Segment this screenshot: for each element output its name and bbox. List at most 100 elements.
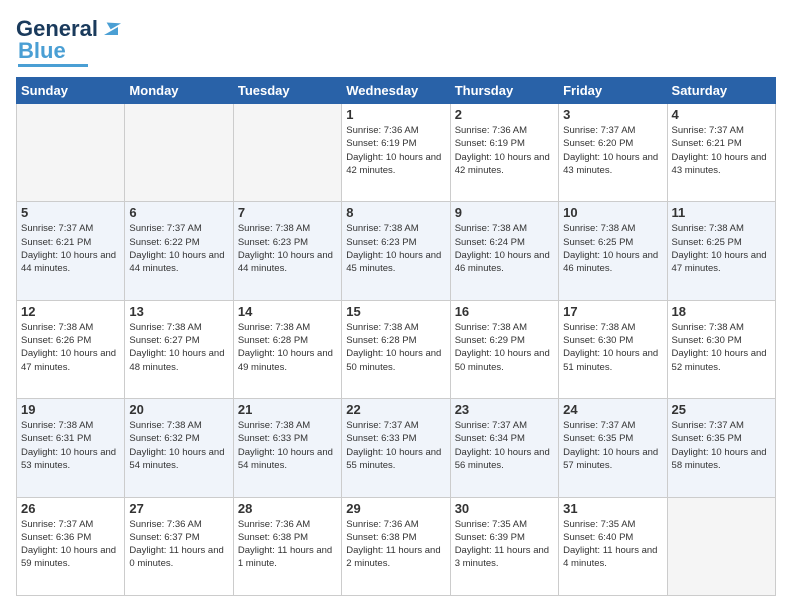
day-number: 7	[238, 205, 337, 220]
calendar-day-cell: 31 Sunrise: 7:35 AMSunset: 6:40 PMDayligh…	[559, 497, 667, 595]
day-info: Sunrise: 7:37 AMSunset: 6:33 PMDaylight:…	[346, 419, 445, 472]
calendar-table: SundayMondayTuesdayWednesdayThursdayFrid…	[16, 77, 776, 596]
day-info: Sunrise: 7:38 AMSunset: 6:30 PMDaylight:…	[563, 321, 662, 374]
day-info: Sunrise: 7:37 AMSunset: 6:22 PMDaylight:…	[129, 222, 228, 275]
calendar-day-cell: 26Sunrise: 7:37 AMSunset: 6:36 PMDayligh…	[17, 497, 125, 595]
header: General Blue	[16, 16, 776, 67]
day-number: 15	[346, 304, 445, 319]
calendar-header-wednesday: Wednesday	[342, 78, 450, 104]
day-info: Sunrise: 7:36 AMSunset: 6:19 PMDaylight:…	[455, 124, 554, 177]
day-info: Sunrise: 7:37 AMSunset: 6:21 PMDaylight:…	[672, 124, 771, 177]
calendar-week-row: 1 Sunrise: 7:36 AMSunset: 6:19 PMDaylight…	[17, 104, 776, 202]
calendar-day-cell: 25Sunrise: 7:37 AMSunset: 6:35 PMDayligh…	[667, 399, 775, 497]
day-number: 20	[129, 402, 228, 417]
calendar-header-sunday: Sunday	[17, 78, 125, 104]
day-number: 25	[672, 402, 771, 417]
calendar-day-cell	[233, 104, 341, 202]
day-number: 29	[346, 501, 445, 516]
day-info: Sunrise: 7:36 AMSunset: 6:19 PMDaylight:…	[346, 124, 445, 177]
day-number: 19	[21, 402, 120, 417]
day-info: Sunrise: 7:36 AMSunset: 6:38 PMDaylight:…	[346, 518, 445, 571]
calendar-day-cell: 30 Sunrise: 7:35 AMSunset: 6:39 PMDayligh…	[450, 497, 558, 595]
day-info: Sunrise: 7:38 AMSunset: 6:28 PMDaylight:…	[346, 321, 445, 374]
calendar-day-cell: 19 Sunrise: 7:38 AMSunset: 6:31 PMDayligh…	[17, 399, 125, 497]
day-number: 9	[455, 205, 554, 220]
calendar-header-monday: Monday	[125, 78, 233, 104]
day-info: Sunrise: 7:36 AMSunset: 6:38 PMDaylight:…	[238, 518, 337, 571]
day-info: Sunrise: 7:38 AMSunset: 6:31 PMDaylight:…	[21, 419, 120, 472]
day-info: Sunrise: 7:38 AMSunset: 6:29 PMDaylight:…	[455, 321, 554, 374]
day-number: 6	[129, 205, 228, 220]
day-info: Sunrise: 7:37 AMSunset: 6:34 PMDaylight:…	[455, 419, 554, 472]
calendar-day-cell: 5 Sunrise: 7:37 AMSunset: 6:21 PMDaylight…	[17, 202, 125, 300]
day-info: Sunrise: 7:37 AMSunset: 6:20 PMDaylight:…	[563, 124, 662, 177]
calendar-day-cell: 14Sunrise: 7:38 AMSunset: 6:28 PMDayligh…	[233, 300, 341, 398]
day-info: Sunrise: 7:37 AMSunset: 6:36 PMDaylight:…	[21, 518, 120, 571]
day-info: Sunrise: 7:38 AMSunset: 6:26 PMDaylight:…	[21, 321, 120, 374]
day-number: 27	[129, 501, 228, 516]
calendar-day-cell: 11Sunrise: 7:38 AMSunset: 6:25 PMDayligh…	[667, 202, 775, 300]
day-number: 17	[563, 304, 662, 319]
calendar-day-cell	[667, 497, 775, 595]
calendar-day-cell	[17, 104, 125, 202]
calendar-header-thursday: Thursday	[450, 78, 558, 104]
calendar-day-cell: 27 Sunrise: 7:36 AMSunset: 6:37 PMDayligh…	[125, 497, 233, 595]
day-info: Sunrise: 7:38 AMSunset: 6:27 PMDaylight:…	[129, 321, 228, 374]
calendar-day-cell: 29 Sunrise: 7:36 AMSunset: 6:38 PMDayligh…	[342, 497, 450, 595]
day-info: Sunrise: 7:36 AMSunset: 6:37 PMDaylight:…	[129, 518, 228, 571]
calendar-day-cell: 1 Sunrise: 7:36 AMSunset: 6:19 PMDaylight…	[342, 104, 450, 202]
day-number: 12	[21, 304, 120, 319]
calendar-day-cell: 8 Sunrise: 7:38 AMSunset: 6:23 PMDaylight…	[342, 202, 450, 300]
day-number: 16	[455, 304, 554, 319]
calendar-day-cell: 17 Sunrise: 7:38 AMSunset: 6:30 PMDayligh…	[559, 300, 667, 398]
day-number: 23	[455, 402, 554, 417]
day-number: 8	[346, 205, 445, 220]
calendar-header-friday: Friday	[559, 78, 667, 104]
day-info: Sunrise: 7:38 AMSunset: 6:32 PMDaylight:…	[129, 419, 228, 472]
day-number: 11	[672, 205, 771, 220]
calendar-day-cell: 28Sunrise: 7:36 AMSunset: 6:38 PMDayligh…	[233, 497, 341, 595]
day-number: 2	[455, 107, 554, 122]
day-info: Sunrise: 7:38 AMSunset: 6:23 PMDaylight:…	[346, 222, 445, 275]
calendar-day-cell: 13 Sunrise: 7:38 AMSunset: 6:27 PMDayligh…	[125, 300, 233, 398]
logo: General Blue	[16, 16, 122, 67]
logo-underline	[18, 64, 88, 67]
calendar-header-saturday: Saturday	[667, 78, 775, 104]
day-number: 13	[129, 304, 228, 319]
day-number: 18	[672, 304, 771, 319]
calendar-day-cell: 4Sunrise: 7:37 AMSunset: 6:21 PMDaylight…	[667, 104, 775, 202]
day-info: Sunrise: 7:38 AMSunset: 6:25 PMDaylight:…	[563, 222, 662, 275]
calendar-week-row: 12 Sunrise: 7:38 AMSunset: 6:26 PMDayligh…	[17, 300, 776, 398]
calendar-week-row: 5 Sunrise: 7:37 AMSunset: 6:21 PMDaylight…	[17, 202, 776, 300]
day-info: Sunrise: 7:37 AMSunset: 6:35 PMDaylight:…	[563, 419, 662, 472]
day-number: 3	[563, 107, 662, 122]
day-info: Sunrise: 7:35 AMSunset: 6:40 PMDaylight:…	[563, 518, 662, 571]
day-info: Sunrise: 7:38 AMSunset: 6:33 PMDaylight:…	[238, 419, 337, 472]
calendar-day-cell: 22Sunrise: 7:37 AMSunset: 6:33 PMDayligh…	[342, 399, 450, 497]
logo-blue-text: Blue	[18, 38, 66, 64]
calendar-day-cell: 12 Sunrise: 7:38 AMSunset: 6:26 PMDayligh…	[17, 300, 125, 398]
calendar-day-cell: 15 Sunrise: 7:38 AMSunset: 6:28 PMDayligh…	[342, 300, 450, 398]
calendar-day-cell: 7 Sunrise: 7:38 AMSunset: 6:23 PMDaylight…	[233, 202, 341, 300]
calendar-day-cell: 16 Sunrise: 7:38 AMSunset: 6:29 PMDayligh…	[450, 300, 558, 398]
calendar-day-cell: 9Sunrise: 7:38 AMSunset: 6:24 PMDaylight…	[450, 202, 558, 300]
day-number: 5	[21, 205, 120, 220]
day-number: 10	[563, 205, 662, 220]
calendar-header-row: SundayMondayTuesdayWednesdayThursdayFrid…	[17, 78, 776, 104]
day-info: Sunrise: 7:35 AMSunset: 6:39 PMDaylight:…	[455, 518, 554, 571]
calendar-week-row: 26Sunrise: 7:37 AMSunset: 6:36 PMDayligh…	[17, 497, 776, 595]
calendar-day-cell: 10 Sunrise: 7:38 AMSunset: 6:25 PMDayligh…	[559, 202, 667, 300]
calendar-day-cell: 24Sunrise: 7:37 AMSunset: 6:35 PMDayligh…	[559, 399, 667, 497]
calendar-day-cell: 20 Sunrise: 7:38 AMSunset: 6:32 PMDayligh…	[125, 399, 233, 497]
calendar-day-cell	[125, 104, 233, 202]
calendar-day-cell: 23 Sunrise: 7:37 AMSunset: 6:34 PMDayligh…	[450, 399, 558, 497]
day-number: 30	[455, 501, 554, 516]
day-info: Sunrise: 7:37 AMSunset: 6:21 PMDaylight:…	[21, 222, 120, 275]
day-number: 31	[563, 501, 662, 516]
calendar-day-cell: 21Sunrise: 7:38 AMSunset: 6:33 PMDayligh…	[233, 399, 341, 497]
day-info: Sunrise: 7:38 AMSunset: 6:23 PMDaylight:…	[238, 222, 337, 275]
page: General Blue SundayMondayTuesdayWednesda…	[0, 0, 792, 612]
calendar-day-cell: 3 Sunrise: 7:37 AMSunset: 6:20 PMDaylight…	[559, 104, 667, 202]
calendar-day-cell: 6 Sunrise: 7:37 AMSunset: 6:22 PMDaylight…	[125, 202, 233, 300]
day-number: 1	[346, 107, 445, 122]
